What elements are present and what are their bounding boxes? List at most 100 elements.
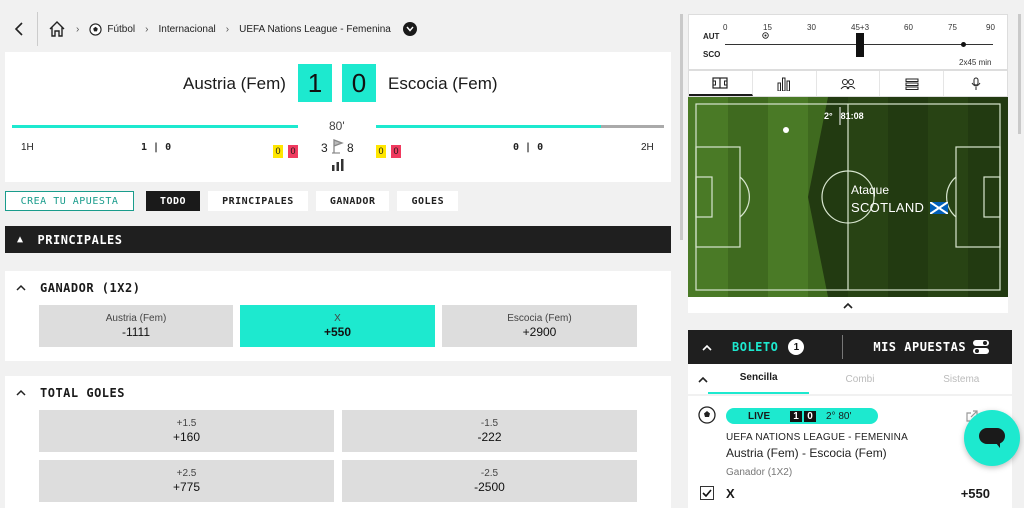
create-bet-button[interactable]: CREA TU APUESTA [5,191,134,211]
corner-flag-icon [332,139,344,154]
betslip-selection: LIVE 1 0 2° 80' UEFA NATIONS LEAGUE - FE… [688,396,1012,508]
main-panel: › Fútbol › Internacional › UEFA Nations … [0,0,676,508]
tracker-tabs [688,70,1008,97]
tab-audio[interactable] [944,71,1007,96]
corners-home: 3 [321,141,328,155]
odds-value: +2900 [522,325,557,339]
check-icon [702,489,712,497]
live-pitch: 2° 81:08 Ataque SCOTLAND [688,97,1008,297]
tab-sencilla[interactable]: Sencilla [708,364,810,394]
side-scrollbar[interactable] [1018,14,1021,134]
tab-lineups[interactable] [817,71,881,96]
second-half-progress [376,125,601,128]
bet-event: Austria (Fem) - Escocia (Fem) [726,446,887,460]
scoreboard: Austria (Fem) 1 0 Escocia (Fem) 80' 1H 1… [5,52,671,182]
odds-button-over-1-5[interactable]: +1.5 +160 [39,410,334,452]
betslip-tabs: Sencilla Combi Sistema [688,364,1012,394]
bar-chart-icon [777,77,791,91]
away-score: 0 [342,64,376,102]
odds-value: -1111 [121,325,151,339]
field-icon [712,76,728,89]
second-half-label: 2H [641,142,654,153]
odds-value: -222 [477,430,502,444]
betslip-count-badge: 1 [788,339,805,355]
away-team-name: Escocia (Fem) [388,74,498,93]
stats-icon[interactable] [331,159,345,171]
main-scrollbar[interactable] [680,14,683,240]
chat-bubble-icon [979,428,1005,448]
timeline-tick: 0 [723,23,728,32]
timeline-tick: 75 [948,23,957,32]
tab-goles[interactable]: GOLES [397,191,459,211]
bet-market: Ganador (1X2) [726,467,793,478]
odds-label: Escocia (Fem) [507,313,572,324]
breadcrumb-item-internacional[interactable]: Internacional [158,24,215,35]
bet-league: UEFA NATIONS LEAGUE - FEMENINA [726,432,908,443]
tab-field[interactable] [689,71,753,96]
timeline-tick: 45+3 [851,23,870,32]
home-icon[interactable] [48,20,66,38]
section-header-principales[interactable]: ▲ PRINCIPALES [5,226,671,253]
first-half-progress [12,125,298,128]
second-half-score: 0 | 0 [513,142,544,153]
odds-button-over-2-5[interactable]: +2.5 +775 [39,460,334,502]
soccer-ball-icon [698,406,716,424]
odds-button-away[interactable]: Escocia (Fem) +2900 [442,305,637,347]
odds-label: +2.5 [176,468,197,479]
section-title: PRINCIPALES [37,232,123,247]
tab-principales[interactable]: PRINCIPALES [208,191,308,211]
tab-stats[interactable] [753,71,817,96]
my-bets-button[interactable]: MIS APUESTAS [873,340,966,354]
clock-label: 81:08 [840,111,864,121]
timeline-tick: 90 [986,23,995,32]
divider [842,335,844,359]
odds-button-under-1-5[interactable]: -1.5 -222 [342,410,637,452]
home-yellow-cards: 0 [273,141,283,159]
scotland-flag-icon [930,201,949,214]
betslip-title: BOLETO [732,340,779,354]
match-duration: 2x45 min [959,58,992,67]
betslip-header[interactable]: BOLETO 1 MIS APUESTAS [688,330,1012,364]
tab-ganador[interactable]: GANADOR [315,191,390,211]
breadcrumb-item-futbol[interactable]: Fútbol [89,22,136,36]
odds-button-under-2-5[interactable]: -2.5 -2500 [342,460,637,502]
chevron-up-icon [16,284,26,291]
back-button[interactable] [0,12,38,46]
breadcrumb-item-league[interactable]: UEFA Nations League - Femenina [239,24,391,35]
breadcrumb: › Fútbol › Internacional › UEFA Nations … [0,12,417,46]
list-icon [905,78,919,90]
players-icon [840,78,856,89]
side-panel: 0 15 30 45+3 60 75 90 AUT SCO 2x45 min 2… [688,0,1012,508]
league-dropdown-button[interactable] [402,22,417,36]
corners-away: 8 [347,141,354,155]
timeline-tick: 30 [807,23,816,32]
timeline-home-abbr: AUT [703,32,720,41]
chat-button[interactable] [964,410,1020,466]
market-header[interactable]: GANADOR (1X2) [16,281,140,295]
chevron-up-icon: ▲ [17,234,24,245]
away-yellow-cards: 0 [376,141,386,159]
collapse-tracker-button[interactable] [688,297,1008,313]
odds-label: +1.5 [176,418,197,429]
breadcrumb-label: Fútbol [107,23,136,35]
chevron-right-icon: › [145,23,149,35]
odds-label: Austria (Fem) [105,313,167,324]
selection-checkbox[interactable] [700,486,714,500]
chevron-up-icon [702,344,712,351]
tab-todo[interactable]: TODO [146,191,201,211]
match-minute: 80' [329,119,345,133]
chevron-right-icon: › [76,23,80,35]
odds-button-draw[interactable]: X +550 [240,305,435,347]
market-header[interactable]: TOTAL GOLES [16,386,125,400]
tab-standings[interactable] [880,71,945,96]
toggle-icon[interactable] [972,338,990,356]
odds-value: +550 [323,325,352,339]
away-red-cards: 0 [391,141,401,159]
tab-sistema[interactable]: Sistema [911,374,1012,385]
odds-button-home[interactable]: Austria (Fem) -1111 [39,305,233,347]
chevron-down-icon [406,26,414,32]
market-title: GANADOR (1X2) [40,281,141,295]
timeline-tick: 15 [763,23,772,32]
tab-combi[interactable]: Combi [809,374,910,385]
chevron-up-icon[interactable] [698,376,708,383]
